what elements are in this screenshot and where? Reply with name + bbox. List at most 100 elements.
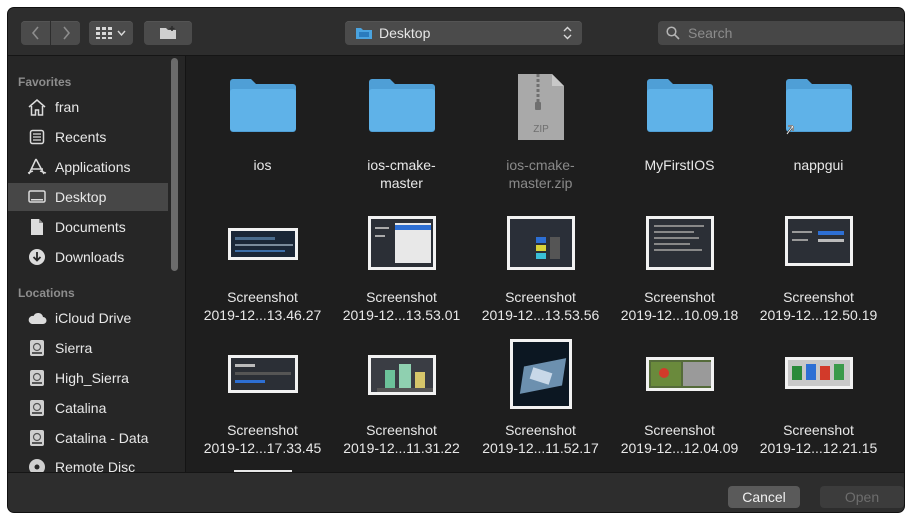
sidebar-item-label: Catalina <box>55 400 107 416</box>
disk-icon <box>27 368 47 388</box>
new-folder-button[interactable] <box>144 21 192 45</box>
sidebar-item-remote-disc[interactable]: Remote Disc <box>8 453 168 472</box>
cancel-button[interactable]: Cancel <box>728 486 800 508</box>
sidebar-item-icloud-drive[interactable]: iCloud Drive <box>8 304 168 332</box>
view-mode-button[interactable] <box>89 21 133 45</box>
file-name: Screenshot <box>227 289 298 305</box>
file-name: ios-cmake- <box>367 157 436 173</box>
desktop-folder-icon <box>356 28 372 39</box>
file-name-line2: 2019-12...11.31.22 <box>343 440 460 456</box>
documents-icon <box>27 217 47 237</box>
screenshot-thumbnail <box>193 228 332 260</box>
sidebar-item-label: Sierra <box>55 340 93 356</box>
search-icon <box>666 26 680 40</box>
sidebar-item-downloads[interactable]: Downloads <box>8 243 168 271</box>
file-name: Screenshot <box>783 289 854 305</box>
zip-archive-icon: ZIP <box>471 72 610 142</box>
search-input[interactable] <box>686 24 890 42</box>
file-name-line2: 2019-12...11.52.17 <box>482 440 599 456</box>
file-name: Screenshot <box>505 289 576 305</box>
screenshot-thumbnail <box>471 339 610 409</box>
folder-alias-icon <box>749 76 888 136</box>
file-name: ios <box>253 157 272 173</box>
back-forward-group <box>21 21 80 45</box>
forward-button[interactable] <box>51 21 80 45</box>
file-name-line2: 2019-12...13.46.27 <box>203 307 322 323</box>
location-popup[interactable]: Desktop <box>345 21 582 45</box>
sidebar-item-recents[interactable]: Recents <box>8 123 168 151</box>
open-button[interactable]: Open <box>820 486 904 508</box>
file-name-line2: 2019-12...17.33.45 <box>203 440 322 456</box>
chevron-right-icon <box>62 26 70 40</box>
file-name: ios-cmake- <box>506 157 575 173</box>
file-name: Screenshot <box>366 422 437 438</box>
downloads-icon <box>27 247 47 267</box>
sidebar-item-label: fran <box>55 99 80 115</box>
sidebar-item-documents[interactable]: Documents <box>8 213 168 241</box>
favorites-header: Favorites <box>18 75 72 89</box>
sidebar-item-catalina-data[interactable]: Catalina - Data <box>8 424 168 452</box>
disk-icon <box>27 398 47 418</box>
sidebar-item-high-sierra[interactable]: High_Sierra <box>8 364 168 392</box>
toolbar: Desktop <box>8 8 904 56</box>
applications-icon <box>27 157 47 177</box>
desktop-icon <box>27 187 47 207</box>
file-name: Screenshot <box>227 422 298 438</box>
sidebar-item-sierra[interactable]: Sierra <box>8 334 168 362</box>
sidebar-item-label: Applications <box>55 159 131 175</box>
recents-icon <box>27 127 47 147</box>
updown-chevron-icon <box>563 26 572 40</box>
file-name-line2: 2019-12...12.21.15 <box>759 440 878 456</box>
sidebar-item-label: High_Sierra <box>55 370 129 386</box>
sidebar-item-label: Documents <box>55 219 126 235</box>
sidebar-item-desktop[interactable]: Desktop <box>8 183 168 211</box>
screenshot-thumbnail <box>332 355 471 395</box>
screenshot-thumbnail <box>749 357 888 389</box>
screenshot-thumbnail <box>332 216 471 270</box>
sidebar-scrollbar[interactable] <box>171 58 178 271</box>
sidebar-item-label: Catalina - Data <box>55 430 149 446</box>
location-label: Desktop <box>379 25 431 41</box>
file-name-line2: 2019-12...13.53.56 <box>481 307 600 323</box>
sidebar-item-label: Remote Disc <box>55 459 136 472</box>
file-name-line2: master <box>380 175 423 191</box>
folder-icon <box>332 76 471 132</box>
file-name: MyFirstIOS <box>644 157 715 173</box>
screenshot-thumbnail <box>193 355 332 393</box>
folder-icon <box>193 76 332 132</box>
file-name: Screenshot <box>366 289 437 305</box>
content-scrollbar-track[interactable] <box>893 58 900 468</box>
sidebar: Favorites fran Recents Applications Desk… <box>8 56 186 472</box>
cloud-icon <box>27 308 47 328</box>
file-name: Screenshot <box>783 422 854 438</box>
screenshot-thumbnail <box>471 216 610 270</box>
chevron-down-icon <box>117 30 126 36</box>
sidebar-item-applications[interactable]: Applications <box>8 153 168 181</box>
folder-icon <box>610 76 749 132</box>
file-name-line2: 2019-12...13.53.01 <box>342 307 461 323</box>
file-name-line2: master.zip <box>508 175 573 191</box>
svg-text:ZIP: ZIP <box>533 124 549 135</box>
home-icon <box>27 97 47 117</box>
disc-icon <box>27 457 47 472</box>
search-field[interactable] <box>658 21 904 45</box>
chevron-left-icon <box>31 26 39 40</box>
file-name: Screenshot <box>644 422 715 438</box>
disk-icon <box>27 338 47 358</box>
file-name-line2: 2019-12...12.50.19 <box>759 307 878 323</box>
screenshot-thumbnail <box>610 216 749 270</box>
file-name: Screenshot <box>644 289 715 305</box>
sidebar-item-label: Recents <box>55 129 107 145</box>
bottom-bar: Cancel Open <box>8 472 904 512</box>
file-browser: ios ios-cmake- master ZIP ios-cmake- mas… <box>186 56 904 472</box>
back-button[interactable] <box>21 21 50 45</box>
icon-grid-icon <box>96 27 112 39</box>
sidebar-item-catalina[interactable]: Catalina <box>8 394 168 422</box>
open-file-dialog: Desktop Favorites fran Re <box>8 8 904 512</box>
sidebar-item-label: iCloud Drive <box>55 310 132 326</box>
sidebar-item-fran[interactable]: fran <box>8 93 168 121</box>
file-name: Screenshot <box>505 422 576 438</box>
sidebar-item-label: Downloads <box>55 249 125 265</box>
sidebar-item-label: Desktop <box>55 189 107 205</box>
file-name-line2: 2019-12...12.04.09 <box>620 440 739 456</box>
